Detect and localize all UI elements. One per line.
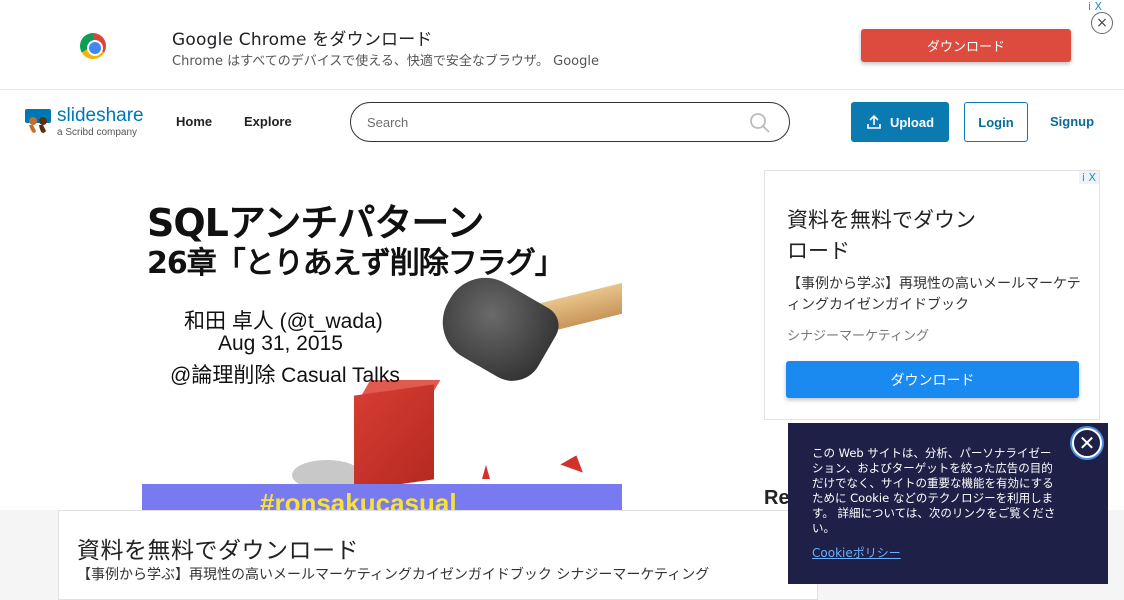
top-ad-banner: Google Chrome をダウンロード Chrome はすべてのデバイスで使… xyxy=(0,0,1124,90)
bottom-ad-title: 資料を無料でダウンロード xyxy=(77,538,359,564)
slide-date: Aug 31, 2015 xyxy=(218,332,343,355)
shard-image-small xyxy=(482,465,490,479)
bottom-ad-subtitle: 【事例から学ぶ】再現性の高いメールマーケティングカイゼンガイドブック シナジーマ… xyxy=(77,567,710,583)
slideshare-logo[interactable]: slideshare a Scribd company xyxy=(24,105,154,141)
shard-image xyxy=(560,451,588,473)
login-button[interactable]: Login xyxy=(964,102,1028,142)
ad-choices-icon[interactable]: i X xyxy=(1088,0,1102,13)
slideshare-logo-icon xyxy=(25,109,51,133)
side-ad: i X 資料を無料でダウンロード 【事例から学ぶ】再現性の高いメールマーケティン… xyxy=(764,170,1100,420)
cookie-notice: ✕ この Web サイトは、分析、パーソナライゼーション、およびターゲットを絞っ… xyxy=(788,423,1108,584)
nav-explore-link[interactable]: Explore xyxy=(244,114,292,129)
nav-home-link[interactable]: Home xyxy=(176,114,212,129)
chrome-logo-icon xyxy=(80,33,106,59)
bottom-ad-card[interactable]: 資料を無料でダウンロード 【事例から学ぶ】再現性の高いメールマーケティングカイゼ… xyxy=(58,510,818,600)
related-heading: Re xyxy=(764,487,790,509)
slide-event: @論理削除 Casual Talks xyxy=(170,364,400,387)
side-ad-body: 【事例から学ぶ】再現性の高いメールマーケティングカイゼンガイドブック xyxy=(787,276,1081,313)
red-cube-image xyxy=(354,384,434,491)
search-input[interactable] xyxy=(367,112,727,132)
upload-icon xyxy=(867,114,881,129)
slide-subtitle: 26章「とりあえず削除フラグ」 xyxy=(147,246,565,281)
top-ad-download-button[interactable]: ダウンロード xyxy=(861,29,1071,62)
side-ad-title: 資料を無料でダウンロード xyxy=(787,208,976,263)
ad-choices-icon[interactable]: i X xyxy=(1078,171,1099,184)
top-ad-subtitle: Chrome はすべてのデバイスで使える、快適で安全なブラウザ。 Google xyxy=(172,54,599,69)
side-ad-brand: シナジーマーケティング xyxy=(787,329,929,344)
logo-wordmark: slideshare xyxy=(57,105,144,126)
slide-author: 和田 卓人 (@t_wada) xyxy=(184,310,383,333)
site-header: slideshare a Scribd company Home Explore… xyxy=(0,91,1124,153)
upload-label: Upload xyxy=(889,114,935,130)
top-ad-close-button[interactable]: × xyxy=(1091,12,1113,34)
signup-link[interactable]: Signup xyxy=(1050,114,1094,129)
cookie-policy-link[interactable]: Cookieポリシー xyxy=(812,544,901,561)
logo-tagline: a Scribd company xyxy=(57,127,138,138)
upload-button[interactable]: Upload xyxy=(851,102,949,142)
search-box xyxy=(350,102,790,142)
slide-viewer[interactable]: SQLアンチパターン 26章「とりあえず削除フラグ」 和田 卓人 (@t_wad… xyxy=(142,170,622,515)
search-icon[interactable] xyxy=(749,112,771,134)
hammer-head-image xyxy=(428,263,566,392)
cookie-text: この Web サイトは、分析、パーソナライゼーション、およびターゲットを絞った広… xyxy=(812,446,1056,535)
top-ad-title: Google Chrome をダウンロード xyxy=(172,30,433,50)
side-ad-download-button[interactable]: ダウンロード xyxy=(786,361,1079,398)
cookie-close-button[interactable]: ✕ xyxy=(1072,428,1102,458)
